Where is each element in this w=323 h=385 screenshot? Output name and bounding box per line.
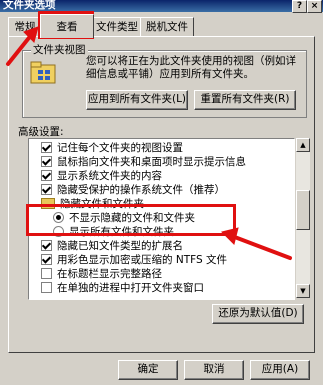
arrow-to-view-tab [6,32,34,66]
arrow-head-icon [221,227,239,245]
annotation-arrows [6,26,292,260]
tab-view[interactable]: 查看 [40,14,94,38]
arrow-to-show-all-option [230,234,292,260]
